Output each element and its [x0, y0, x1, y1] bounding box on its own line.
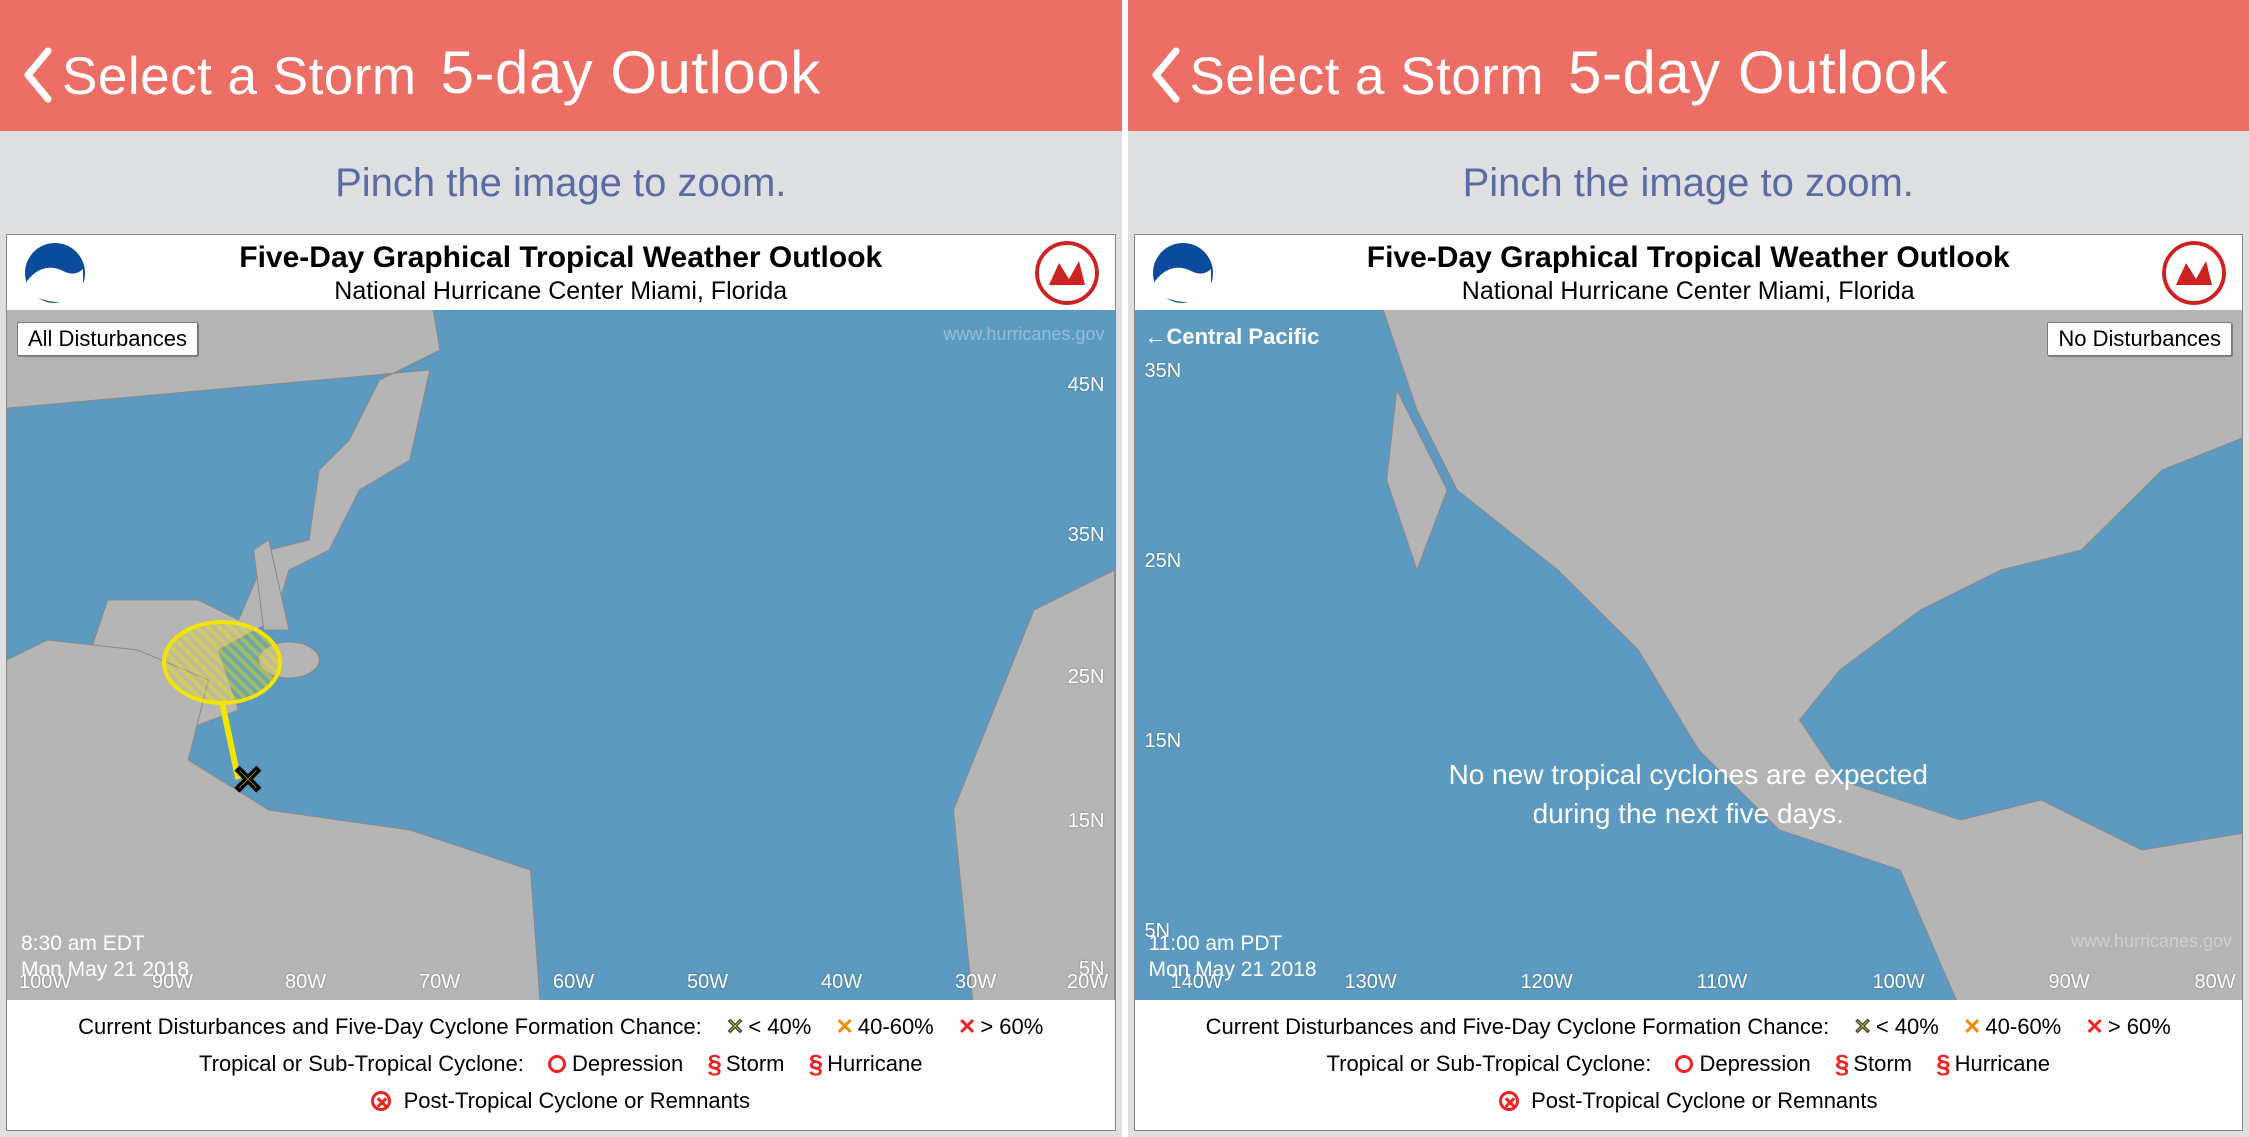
page-title: 5-day Outlook — [441, 38, 821, 107]
map-subtitle: National Hurricane Center Miami, Florida — [1135, 277, 2243, 306]
watermark: www.hurricanes.gov — [2071, 931, 2232, 952]
back-chevron-icon[interactable] — [1150, 47, 1182, 103]
timestamp-date: Mon May 21 2018 — [1149, 957, 1317, 983]
timestamp-date: Mon May 21 2018 — [21, 957, 189, 983]
msg-line: No new tropical cyclones are expected — [1135, 755, 2243, 794]
legend-text: > 60% — [980, 1014, 1043, 1039]
legend-text: < 40% — [1876, 1014, 1939, 1039]
x-icon: ✕ — [726, 1014, 744, 1039]
disturbances-pill[interactable]: No Disturbances — [2047, 322, 2232, 356]
noaa-logo-icon — [1151, 241, 1215, 305]
lon-label: 120W — [1521, 971, 1573, 994]
legend-text: Tropical or Sub-Tropical Cyclone: — [199, 1051, 524, 1076]
swirl-icon: § — [1835, 1044, 1849, 1084]
lon-label: 70W — [419, 971, 460, 994]
circle-icon — [1675, 1055, 1693, 1073]
lon-label: 100W — [1873, 971, 1925, 994]
map-subtitle: National Hurricane Center Miami, Florida — [7, 277, 1115, 306]
no-cyclone-message: No new tropical cyclones are expected du… — [1135, 755, 2243, 833]
lon-label: 40W — [821, 971, 862, 994]
header-bar: Select a Storm 5-day Outlook — [0, 0, 1122, 131]
map-title: Five-Day Graphical Tropical Weather Outl… — [1135, 241, 2243, 275]
legend-text: > 60% — [2108, 1014, 2171, 1039]
map-container: Five-Day Graphical Tropical Weather Outl… — [1134, 234, 2244, 1131]
legend-text: Post-Tropical Cyclone or Remnants — [404, 1088, 750, 1113]
x-icon: ✕ — [2085, 1014, 2103, 1039]
map-legend: Current Disturbances and Five-Day Cyclon… — [1135, 1000, 2243, 1130]
lat-label: 35N — [1145, 360, 1182, 383]
map-timestamp: 11:00 am PDT Mon May 21 2018 — [1149, 931, 1317, 984]
zoom-hint: Pinch the image to zoom. — [0, 131, 1122, 234]
x-icon: ✕ — [958, 1014, 976, 1039]
lat-label: 15N — [1145, 730, 1182, 753]
disturbance-x-marker[interactable]: ✕ — [232, 758, 264, 803]
lat-label: 25N — [1145, 550, 1182, 573]
nws-logo-icon — [1035, 241, 1099, 305]
legend-text: Current Disturbances and Five-Day Cyclon… — [1206, 1014, 1830, 1039]
timestamp-time: 8:30 am EDT — [21, 931, 189, 957]
map-header: Five-Day Graphical Tropical Weather Outl… — [7, 235, 1115, 310]
x-icon: ✕ — [835, 1014, 853, 1039]
legend-text: Depression — [572, 1051, 683, 1076]
central-pacific-link[interactable]: ←Central Pacific — [1145, 324, 1320, 350]
circle-icon — [548, 1055, 566, 1073]
map-pacific[interactable]: ←Central Pacific No Disturbances No new … — [1135, 310, 2243, 1000]
lon-label: 60W — [553, 971, 594, 994]
page-title: 5-day Outlook — [1568, 38, 1948, 107]
disturbances-pill[interactable]: All Disturbances — [17, 322, 198, 356]
lon-label: 30W — [955, 971, 996, 994]
legend-text: Post-Tropical Cyclone or Remnants — [1531, 1088, 1877, 1113]
back-button[interactable]: Select a Storm — [62, 46, 417, 107]
landmass-icon — [1135, 310, 2243, 1000]
legend-text: Storm — [726, 1051, 785, 1076]
back-button[interactable]: Select a Storm — [1190, 46, 1545, 107]
map-title: Five-Day Graphical Tropical Weather Outl… — [7, 241, 1115, 275]
lon-label: 50W — [687, 971, 728, 994]
map-atlantic[interactable]: All Disturbances www.hurricanes.gov ✕ 45… — [7, 310, 1115, 1000]
msg-line: during the next five days. — [1135, 794, 2243, 833]
pane-atlantic: Select a Storm 5-day Outlook Pinch the i… — [0, 0, 1122, 1137]
swirl-icon: § — [1936, 1044, 1950, 1084]
noaa-logo-icon — [23, 241, 87, 305]
legend-text: 40-60% — [1985, 1014, 2061, 1039]
circle-x-icon — [1499, 1091, 1519, 1111]
swirl-icon: § — [809, 1044, 823, 1084]
lat-label: 25N — [1068, 666, 1105, 689]
legend-text: < 40% — [748, 1014, 811, 1039]
lon-label: 130W — [1345, 971, 1397, 994]
x-icon: ✕ — [1853, 1014, 1871, 1039]
map-timestamp: 8:30 am EDT Mon May 21 2018 — [21, 931, 189, 984]
nws-logo-icon — [2162, 241, 2226, 305]
legend-text: Depression — [1699, 1051, 1810, 1076]
legend-text: Hurricane — [827, 1051, 922, 1076]
pane-pacific: Select a Storm 5-day Outlook Pinch the i… — [1122, 0, 2249, 1137]
lon-label: 80W — [285, 971, 326, 994]
circle-x-icon — [371, 1091, 391, 1111]
swirl-icon: § — [707, 1044, 721, 1084]
legend-text: Hurricane — [1955, 1051, 2050, 1076]
map-header: Five-Day Graphical Tropical Weather Outl… — [1135, 235, 2243, 310]
legend-text: Storm — [1853, 1051, 1912, 1076]
lon-label: 80W — [2195, 971, 2236, 994]
lon-label: 20W — [1067, 971, 1108, 994]
zoom-hint: Pinch the image to zoom. — [1128, 131, 2249, 234]
lat-label: 45N — [1068, 374, 1105, 397]
header-bar: Select a Storm 5-day Outlook — [1128, 0, 2249, 131]
legend-text: 40-60% — [858, 1014, 934, 1039]
map-legend: Current Disturbances and Five-Day Cyclon… — [7, 1000, 1115, 1130]
timestamp-time: 11:00 am PDT — [1149, 931, 1317, 957]
lat-label: 15N — [1068, 810, 1105, 833]
lon-label: 110W — [1697, 971, 1748, 994]
lon-label: 90W — [2049, 971, 2090, 994]
watermark: www.hurricanes.gov — [943, 324, 1104, 345]
lat-label: 35N — [1068, 524, 1105, 547]
legend-text: Tropical or Sub-Tropical Cyclone: — [1327, 1051, 1652, 1076]
disturbance-ellipse[interactable] — [162, 620, 282, 705]
back-chevron-icon[interactable] — [22, 47, 54, 103]
legend-text: Current Disturbances and Five-Day Cyclon… — [78, 1014, 702, 1039]
map-container: Five-Day Graphical Tropical Weather Outl… — [6, 234, 1116, 1131]
x-icon: ✕ — [1963, 1014, 1981, 1039]
